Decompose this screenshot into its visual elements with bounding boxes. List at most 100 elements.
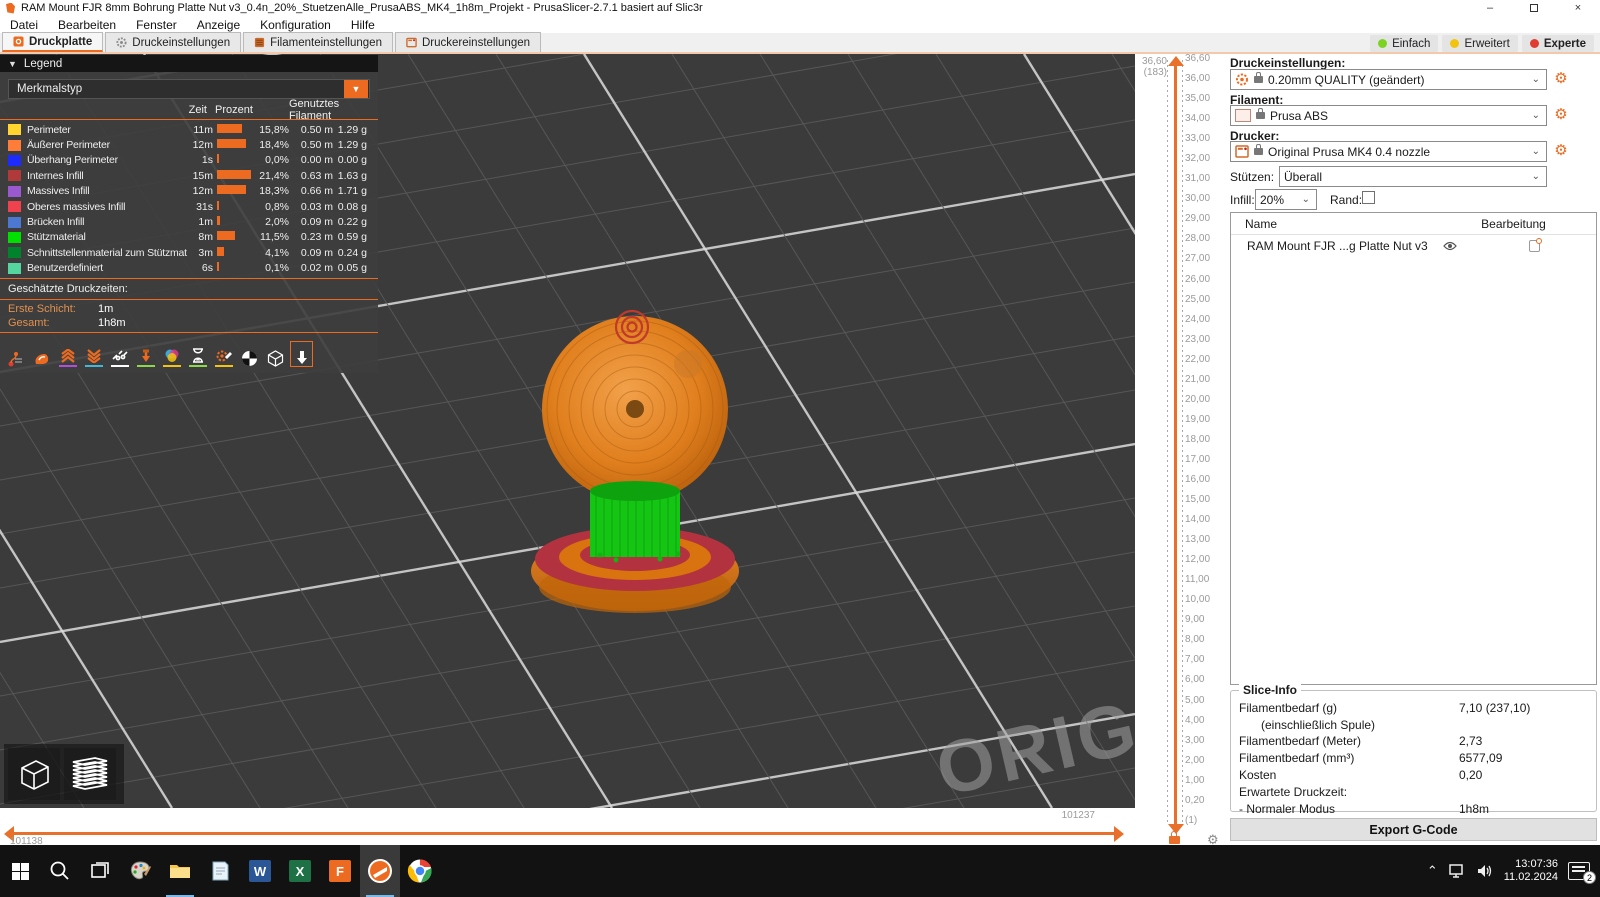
- tab-druckereinstellungen[interactable]: Druckereinstellungen: [394, 32, 542, 52]
- maximize-button[interactable]: [1512, 0, 1556, 16]
- model-support: [590, 481, 681, 563]
- system-tray: ⌃ 13:07:36 11.02.2024 2: [1427, 858, 1600, 884]
- infill-dropdown[interactable]: 20% ⌄: [1255, 189, 1317, 210]
- color-changes-icon[interactable]: [160, 341, 183, 367]
- sliced-model[interactable]: [520, 249, 750, 619]
- main-area: ORIGI ▼ Legend Merkmalstyp ▼ Zeit Prozen…: [0, 54, 1600, 847]
- shells-icon[interactable]: [264, 341, 287, 367]
- print-settings-gear-icon[interactable]: ⚙: [1552, 70, 1570, 88]
- 3d-view-button[interactable]: [8, 748, 60, 800]
- object-row[interactable]: RAM Mount FJR ...g Platte Nut v3: [1231, 235, 1596, 257]
- pause-prints-icon[interactable]: [186, 341, 209, 367]
- tab-druckeinstellungen[interactable]: Druckeinstellungen: [105, 32, 242, 52]
- feature-grams: 1.63 g: [337, 169, 367, 182]
- view-type-dropdown[interactable]: Merkmalstyp ▼: [8, 79, 370, 99]
- layer-tick-label: 30,00: [1185, 193, 1211, 205]
- paint-button[interactable]: [120, 845, 160, 897]
- legend-header[interactable]: ▼ Legend: [0, 55, 378, 72]
- task-view-button[interactable]: [80, 845, 120, 897]
- object-list-header: Name Bearbeitung: [1231, 213, 1596, 235]
- slider-top-handle[interactable]: [1168, 56, 1184, 66]
- legend-row: Massives Infill 12m 18,3% 0.66 m 1.71 g: [0, 184, 378, 199]
- file-explorer-icon: [170, 865, 190, 878]
- edit-object-icon[interactable]: [1473, 238, 1596, 252]
- notifications-icon[interactable]: 2: [1568, 862, 1596, 884]
- feature-meters: 0.00 m: [300, 154, 333, 167]
- word-button[interactable]: W: [240, 845, 280, 897]
- wipe-icon[interactable]: [30, 341, 53, 367]
- excel-button[interactable]: X: [280, 845, 320, 897]
- print-settings-dropdown[interactable]: 0.20mm QUALITY (geändert) ⌄: [1230, 69, 1547, 90]
- slider-right-handle[interactable]: [1114, 826, 1124, 842]
- visibility-eye-icon[interactable]: [1428, 241, 1473, 251]
- fusion360-icon: F: [329, 860, 351, 882]
- brim-checkbox[interactable]: [1362, 191, 1375, 204]
- start-icon: [11, 862, 29, 880]
- slider-track[interactable]: [1174, 66, 1177, 824]
- tab-druckplatte[interactable]: Druckplatte: [2, 32, 104, 52]
- tool-marker-icon[interactable]: [290, 340, 313, 367]
- prusaslicer-taskbar-button[interactable]: [360, 845, 400, 897]
- 3d-viewport[interactable]: ORIGI ▼ Legend Merkmalstyp ▼ Zeit Prozen…: [0, 54, 1135, 808]
- deretractions-icon[interactable]: [82, 341, 105, 367]
- menu-datei[interactable]: Datei: [0, 16, 48, 33]
- feature-meters: 0.03 m: [300, 200, 333, 213]
- custom-gcode-icon[interactable]: [212, 341, 235, 367]
- menu-bearbeiten[interactable]: Bearbeiten: [48, 16, 126, 33]
- mode-experte-button[interactable]: Experte: [1521, 35, 1594, 52]
- tool-changes-icon[interactable]: [134, 341, 157, 367]
- printer-dropdown[interactable]: Original Prusa MK4 0.4 nozzle ⌄: [1230, 141, 1547, 162]
- menu-anzeige[interactable]: Anzeige: [187, 16, 250, 33]
- search-button[interactable]: [40, 845, 80, 897]
- layers-view-button[interactable]: [64, 748, 116, 800]
- percent-bar: [217, 200, 219, 210]
- feature-grams: 0.59 g: [337, 231, 367, 244]
- menu-konfiguration[interactable]: Konfiguration: [250, 16, 341, 33]
- close-button[interactable]: ×: [1556, 0, 1600, 16]
- menu-fenster[interactable]: Fenster: [126, 16, 187, 33]
- feature-label: Oberes massives Infill: [27, 200, 126, 213]
- object-list[interactable]: Name Bearbeitung RAM Mount FJR ...g Plat…: [1230, 212, 1597, 685]
- taskbar-clock[interactable]: 13:07:36 11.02.2024: [1504, 858, 1558, 884]
- notepad-button[interactable]: [200, 845, 240, 897]
- slider-track[interactable]: [14, 832, 1114, 835]
- layer-tick-label: 5,00: [1185, 694, 1205, 706]
- search-icon: [50, 861, 69, 880]
- printer-gear-icon[interactable]: ⚙: [1552, 142, 1570, 160]
- chrome-button[interactable]: [400, 845, 440, 897]
- tab-filamenteinstellungen[interactable]: Filamenteinstellungen: [243, 32, 393, 52]
- start-button[interactable]: [0, 845, 40, 897]
- feature-grams: 1.71 g: [337, 185, 367, 198]
- mode-erweitert-button[interactable]: Erweitert: [1442, 35, 1518, 52]
- title-bar: RAM Mount FJR 8mm Bohrung Platte Nut v3_…: [0, 0, 1600, 16]
- feature-time: 1m: [198, 216, 213, 229]
- feature-color-swatch: [8, 185, 21, 197]
- tray-chevron-icon[interactable]: ⌃: [1427, 863, 1438, 879]
- infill-value: 20%: [1260, 192, 1285, 207]
- network-icon[interactable]: [1448, 863, 1466, 879]
- filament-settings-icon: [255, 37, 265, 48]
- percent-bar: [217, 262, 219, 272]
- mode-einfach-button[interactable]: Einfach: [1370, 35, 1439, 52]
- menu-hilfe[interactable]: Hilfe: [341, 16, 385, 33]
- layer-tick-labels: 36,60 36,00 35,00 34,00 33,00 32,00 31,00 30,00…: [1185, 54, 1210, 826]
- center-of-mass-icon[interactable]: [238, 341, 261, 367]
- fusion360-button[interactable]: F: [320, 845, 360, 897]
- volume-icon[interactable]: [1476, 863, 1494, 879]
- seams-icon[interactable]: [108, 341, 131, 367]
- legend-rows: Perimeter 11m 15,8% 0.50 m 1.29 g Äußerer Per…: [0, 122, 378, 276]
- export-gcode-button[interactable]: Export G-Code: [1230, 818, 1597, 841]
- chevron-down-icon: ⌄: [1531, 110, 1540, 121]
- layer-tick-label: 27,00: [1185, 253, 1211, 265]
- travel-paths-icon[interactable]: [4, 341, 27, 367]
- feature-label: Stützmaterial: [27, 231, 86, 244]
- retractions-icon[interactable]: [56, 341, 79, 367]
- filament-gear-icon[interactable]: ⚙: [1552, 106, 1570, 124]
- percent-bar: [217, 231, 236, 241]
- minimize-button[interactable]: –: [1468, 0, 1512, 16]
- prusaslicer-icon: [368, 859, 392, 883]
- filament-dropdown[interactable]: Prusa ABS ⌄: [1230, 105, 1547, 126]
- supports-dropdown[interactable]: Überall ⌄: [1279, 166, 1547, 187]
- mode-label: Einfach: [1392, 37, 1431, 50]
- file-explorer-button[interactable]: [160, 845, 200, 897]
